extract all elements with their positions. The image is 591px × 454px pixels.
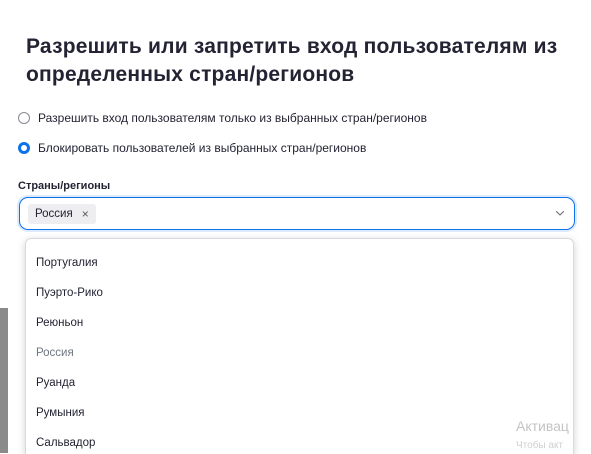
radio-allow-label: Разрешить вход пользователям только из в… <box>38 111 427 125</box>
dropdown-option-selected[interactable]: Россия <box>36 347 74 359</box>
radio-allow-option[interactable]: Разрешить вход пользователям только из в… <box>18 111 427 125</box>
chip-label: Россия <box>35 208 73 220</box>
dropdown-option[interactable]: Румыния <box>36 407 84 419</box>
radio-block-option[interactable]: Блокировать пользователей из выбранных с… <box>18 141 366 155</box>
countries-select[interactable]: Россия × <box>19 197 575 230</box>
activation-watermark: Активац <box>516 418 569 434</box>
dropdown-option[interactable]: Португалия <box>36 257 98 269</box>
dropdown-option[interactable]: Реюньон <box>36 317 83 329</box>
dropdown-option[interactable]: Руанда <box>36 377 75 389</box>
countries-dropdown-list: Португалия Пуэрто-Рико Реюньон Россия Ру… <box>25 238 574 454</box>
activation-watermark-subtext: Чтобы акт <box>516 440 564 451</box>
radio-block[interactable] <box>18 142 30 154</box>
dialog-title: Разрешить или запретить вход пользовател… <box>26 35 558 86</box>
dropdown-option[interactable]: Пуэрто-Рико <box>36 287 103 299</box>
selected-country-chip: Россия × <box>28 204 96 224</box>
radio-block-label: Блокировать пользователей из выбранных с… <box>38 141 367 155</box>
chevron-down-icon[interactable] <box>555 208 565 218</box>
chip-remove-icon[interactable]: × <box>82 207 89 221</box>
dropdown-option[interactable]: Сальвадор <box>36 437 95 449</box>
countries-field-label: Страны/регионы <box>18 180 111 192</box>
radio-allow[interactable] <box>18 112 30 124</box>
